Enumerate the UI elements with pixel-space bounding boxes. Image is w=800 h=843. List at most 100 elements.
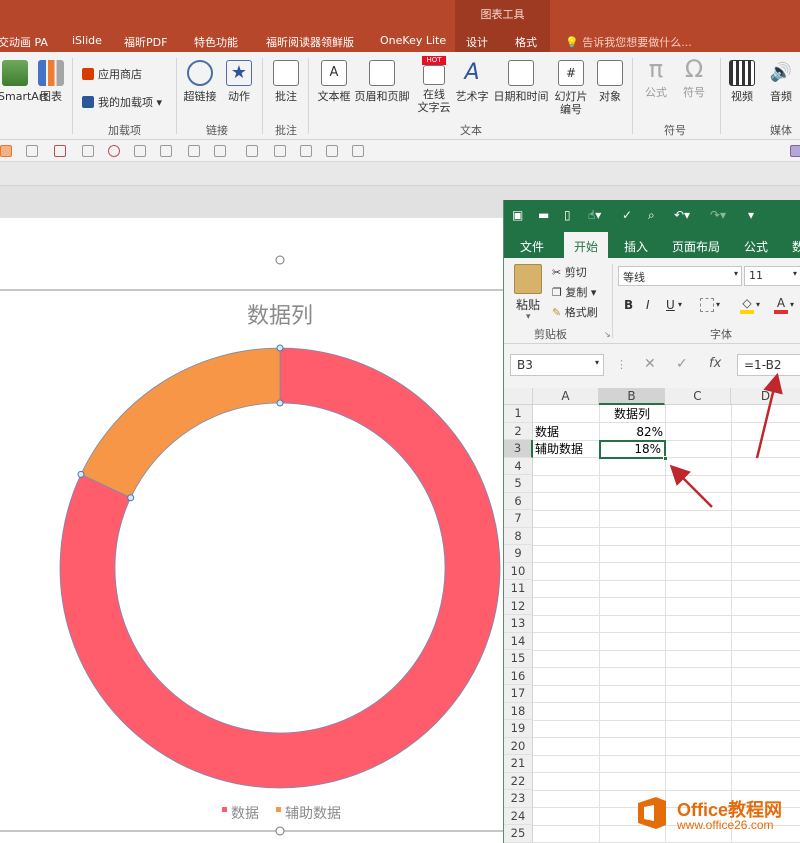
comment-button[interactable]: 批注 bbox=[270, 60, 302, 103]
cell-b2[interactable]: 82% bbox=[601, 424, 663, 441]
slide-number-button[interactable]: # 幻灯片 编号 bbox=[552, 60, 590, 116]
tab-format[interactable]: 格式 bbox=[515, 34, 537, 50]
cut-button[interactable]: ✂ 剪切 bbox=[552, 264, 587, 280]
smartart-button[interactable]: SmartArt bbox=[0, 60, 48, 103]
spelling-icon[interactable]: ✓ bbox=[622, 208, 632, 222]
hyperlink-button[interactable]: 超链接 bbox=[182, 60, 218, 103]
slice-selection-handle[interactable] bbox=[127, 494, 135, 502]
xl-tab-page-layout[interactable]: 页面布局 bbox=[672, 238, 720, 255]
symbol-button[interactable]: Ω 符号 bbox=[678, 56, 710, 99]
fill-dropdown-icon[interactable]: ▾ bbox=[756, 300, 760, 309]
undo-icon[interactable]: ↶▾ bbox=[674, 208, 690, 222]
column-header-d[interactable]: D bbox=[731, 388, 800, 405]
select-all-corner[interactable] bbox=[504, 388, 533, 405]
underline-dropdown-icon[interactable]: ▾ bbox=[678, 300, 682, 309]
paste-icon[interactable] bbox=[514, 264, 542, 294]
qat-customize-icon[interactable]: ▾ bbox=[748, 208, 754, 222]
header-footer-button[interactable]: 页眉和页脚 bbox=[352, 60, 412, 103]
textbox-button[interactable]: A 文本框 bbox=[314, 60, 354, 103]
tab-foxit-reader[interactable]: 福昕阅读器领鲜版 bbox=[266, 34, 354, 50]
print-preview-icon[interactable]: ⌕ bbox=[648, 208, 655, 223]
slide-canvas[interactable]: 数据列 数据 辅助数据 bbox=[0, 218, 505, 843]
row-header-23[interactable]: 23 bbox=[504, 790, 533, 808]
open-folder-icon[interactable]: ▬ bbox=[538, 208, 549, 222]
tab-design[interactable]: 设计 bbox=[466, 34, 488, 50]
row-header-1[interactable]: 1 bbox=[504, 405, 533, 423]
pin-icon[interactable] bbox=[274, 145, 286, 157]
underline-button[interactable]: U bbox=[666, 298, 675, 312]
row-header-18[interactable]: 18 bbox=[504, 702, 533, 720]
enter-check-icon[interactable]: ✓ bbox=[676, 356, 688, 372]
row-header-20[interactable]: 20 bbox=[504, 737, 533, 755]
picture-icon[interactable] bbox=[188, 145, 200, 157]
border-icon[interactable] bbox=[700, 298, 714, 312]
row-header-10[interactable]: 10 bbox=[504, 562, 533, 580]
font-size-select[interactable]: 11 ▾ bbox=[744, 266, 800, 286]
equation-button[interactable]: π 公式 bbox=[640, 56, 672, 99]
slice-selection-handle[interactable] bbox=[276, 399, 284, 407]
worksheet-grid[interactable]: A B C D 1 2 3 4 5 6 7 8 9 10 11 12 13 14 15 16 17 18 19 20 2… bbox=[504, 388, 800, 843]
row-header-25[interactable]: 25 bbox=[504, 825, 533, 843]
target-icon[interactable] bbox=[108, 145, 120, 157]
row-header-5[interactable]: 5 bbox=[504, 475, 533, 493]
cell-b3-selected[interactable]: 18% bbox=[599, 440, 666, 459]
row-header-7[interactable]: 7 bbox=[504, 510, 533, 528]
action-button[interactable]: ★ 动作 bbox=[224, 60, 254, 103]
column-header-c[interactable]: C bbox=[665, 388, 731, 405]
tab-animation-pa[interactable]: 交动画 PA bbox=[0, 34, 48, 50]
font-name-select[interactable]: 等线 ▾ bbox=[618, 266, 742, 286]
size-icon[interactable] bbox=[160, 145, 172, 157]
arrange-icon[interactable] bbox=[134, 145, 146, 157]
row-header-24[interactable]: 24 bbox=[504, 807, 533, 825]
xl-tab-formulas[interactable]: 公式 bbox=[744, 238, 768, 255]
word-cloud-button[interactable]: HOT 在线 文字云 bbox=[414, 56, 454, 114]
my-addins-button[interactable]: 我的加载项 ▾ bbox=[82, 94, 162, 110]
row-header-15[interactable]: 15 bbox=[504, 650, 533, 668]
copy-button[interactable]: ❐ 复制 ▾ bbox=[552, 284, 596, 300]
xl-tab-data[interactable]: 数 bbox=[792, 238, 800, 255]
object-button[interactable]: 对象 bbox=[594, 60, 626, 103]
format-painter-button[interactable]: ✎ 格式刷 bbox=[552, 304, 598, 320]
row-header-19[interactable]: 19 bbox=[504, 720, 533, 738]
column-header-a[interactable]: A bbox=[533, 388, 599, 405]
row-header-17[interactable]: 17 bbox=[504, 685, 533, 703]
cell-b1[interactable]: 数据列 bbox=[601, 406, 663, 423]
formula-input[interactable]: =1-B2 bbox=[737, 354, 800, 376]
chart-button[interactable]: 图表 bbox=[36, 60, 66, 103]
tab-special-features[interactable]: 特色功能 bbox=[194, 34, 238, 50]
xl-tab-home[interactable]: 开始 bbox=[564, 232, 609, 258]
touch-mode-icon[interactable]: ☝▾ bbox=[588, 208, 601, 222]
group-icon[interactable] bbox=[352, 145, 364, 157]
fill-handle[interactable] bbox=[663, 456, 668, 461]
insert-function-icon[interactable]: fx bbox=[709, 356, 721, 371]
chart-resize-handle-bottom[interactable] bbox=[275, 826, 285, 836]
new-file-icon[interactable]: ▯ bbox=[564, 208, 571, 222]
fill-color-icon[interactable]: ◇ bbox=[740, 296, 754, 314]
date-time-button[interactable]: 日期和时间 bbox=[490, 60, 552, 103]
font-color-dropdown-icon[interactable]: ▾ bbox=[790, 300, 794, 309]
distribute-icon[interactable] bbox=[82, 145, 94, 157]
donut-chart[interactable]: 数据列 数据 辅助数据 bbox=[0, 218, 505, 843]
copy-format-icon[interactable] bbox=[300, 145, 312, 157]
cancel-icon[interactable]: ✕ bbox=[644, 356, 656, 372]
row-header-8[interactable]: 8 bbox=[504, 527, 533, 545]
tell-me-search[interactable]: 💡 告诉我您想要做什么... bbox=[565, 34, 692, 50]
row-header-14[interactable]: 14 bbox=[504, 632, 533, 650]
paste-button[interactable]: 粘贴 bbox=[516, 296, 540, 313]
chart-resize-handle-top[interactable] bbox=[275, 255, 285, 265]
bold-button[interactable]: B bbox=[624, 298, 633, 312]
video-button[interactable]: 视频 bbox=[726, 60, 758, 103]
font-color-icon[interactable]: A bbox=[774, 296, 788, 314]
fill-color-icon[interactable] bbox=[0, 145, 12, 157]
xl-tab-insert[interactable]: 插入 bbox=[624, 238, 648, 255]
align-icon[interactable] bbox=[26, 145, 38, 157]
chart-title[interactable]: 数据列 bbox=[247, 304, 313, 329]
row-header-9[interactable]: 9 bbox=[504, 545, 533, 563]
tab-foxit-pdf[interactable]: 福昕PDF bbox=[124, 34, 167, 50]
app-store-button[interactable]: 应用商店 bbox=[82, 66, 142, 82]
tab-onekey-lite[interactable]: OneKey Lite bbox=[380, 34, 446, 47]
wordart-button[interactable]: A 艺术字 bbox=[452, 60, 492, 103]
border-dropdown-icon[interactable]: ▾ bbox=[716, 300, 720, 309]
row-header-13[interactable]: 13 bbox=[504, 615, 533, 633]
addin-star-icon[interactable] bbox=[790, 145, 800, 157]
